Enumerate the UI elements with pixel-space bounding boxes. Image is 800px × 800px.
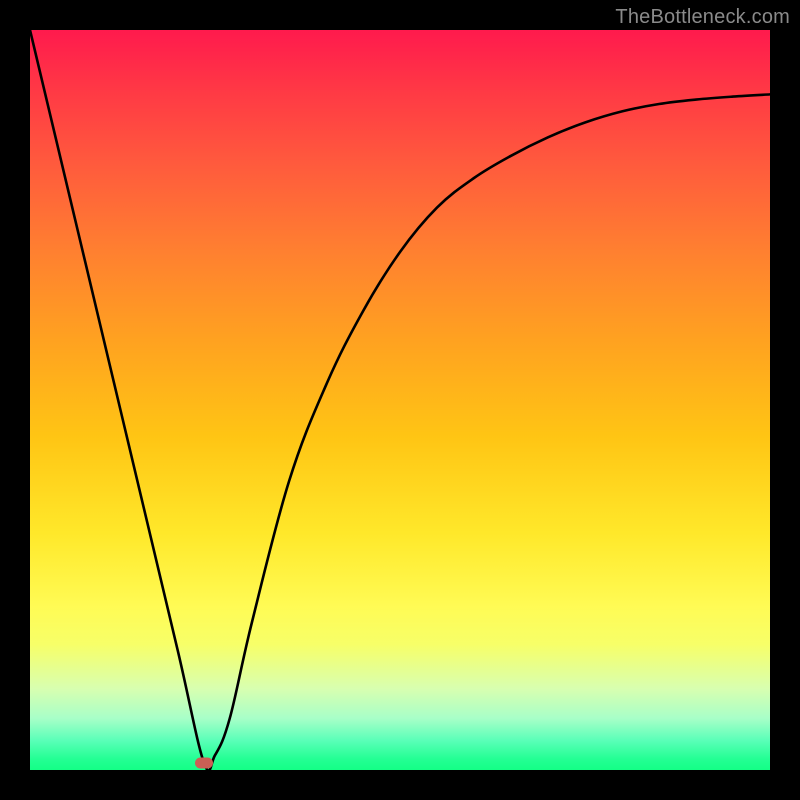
plot-area xyxy=(30,30,770,770)
watermark-text: TheBottleneck.com xyxy=(615,6,790,29)
curve-path xyxy=(30,30,770,770)
chart-container: TheBottleneck.com xyxy=(0,0,800,800)
minimum-marker xyxy=(195,757,213,768)
curve-layer xyxy=(30,30,770,770)
